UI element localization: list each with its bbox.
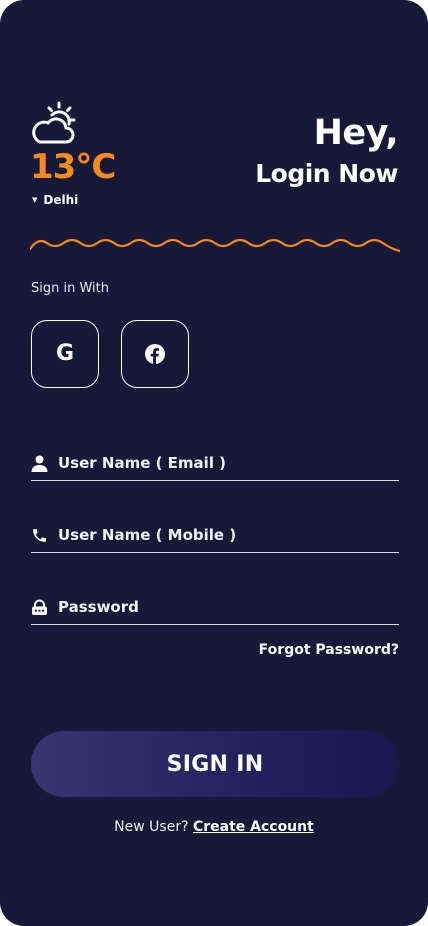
new-user-prompt: New User? Create Account bbox=[0, 819, 428, 835]
mobile-field[interactable]: User Name ( Mobile ) bbox=[31, 518, 399, 553]
user-icon bbox=[31, 455, 48, 472]
email-placeholder: User Name ( Email ) bbox=[58, 454, 227, 472]
password-placeholder: Password bbox=[58, 598, 139, 616]
sign-in-button[interactable]: SIGN IN bbox=[31, 731, 399, 797]
google-sign-in-button[interactable]: G bbox=[31, 320, 99, 388]
facebook-sign-in-button[interactable] bbox=[121, 320, 189, 388]
email-field[interactable]: User Name ( Email ) bbox=[31, 446, 399, 481]
new-user-text: New User? bbox=[114, 819, 189, 835]
forgot-password-link[interactable]: Forgot Password? bbox=[259, 642, 399, 658]
partly-cloudy-icon bbox=[32, 101, 76, 144]
phone-icon bbox=[33, 528, 46, 542]
password-field[interactable]: Password bbox=[31, 590, 399, 625]
create-account-link[interactable]: Create Account bbox=[193, 819, 314, 835]
greeting-subtitle: Login Now bbox=[255, 159, 398, 188]
facebook-icon bbox=[145, 344, 165, 364]
greeting-title: Hey, bbox=[313, 113, 399, 153]
location[interactable]: ▼ Delhi bbox=[32, 193, 78, 207]
sign-in-with-heading: Sign in With bbox=[31, 281, 109, 296]
caret-down-icon: ▼ bbox=[32, 196, 38, 204]
temperature: 13°C bbox=[30, 147, 116, 187]
google-icon: G bbox=[55, 341, 75, 366]
lock-icon bbox=[32, 599, 47, 615]
zigzag-divider bbox=[30, 238, 400, 253]
login-screen: 13°C ▼ Delhi Hey, Login Now Sign in With… bbox=[0, 0, 428, 926]
city-name: Delhi bbox=[43, 193, 79, 207]
mobile-placeholder: User Name ( Mobile ) bbox=[58, 526, 237, 544]
greeting: Hey, Login Now bbox=[255, 113, 399, 189]
